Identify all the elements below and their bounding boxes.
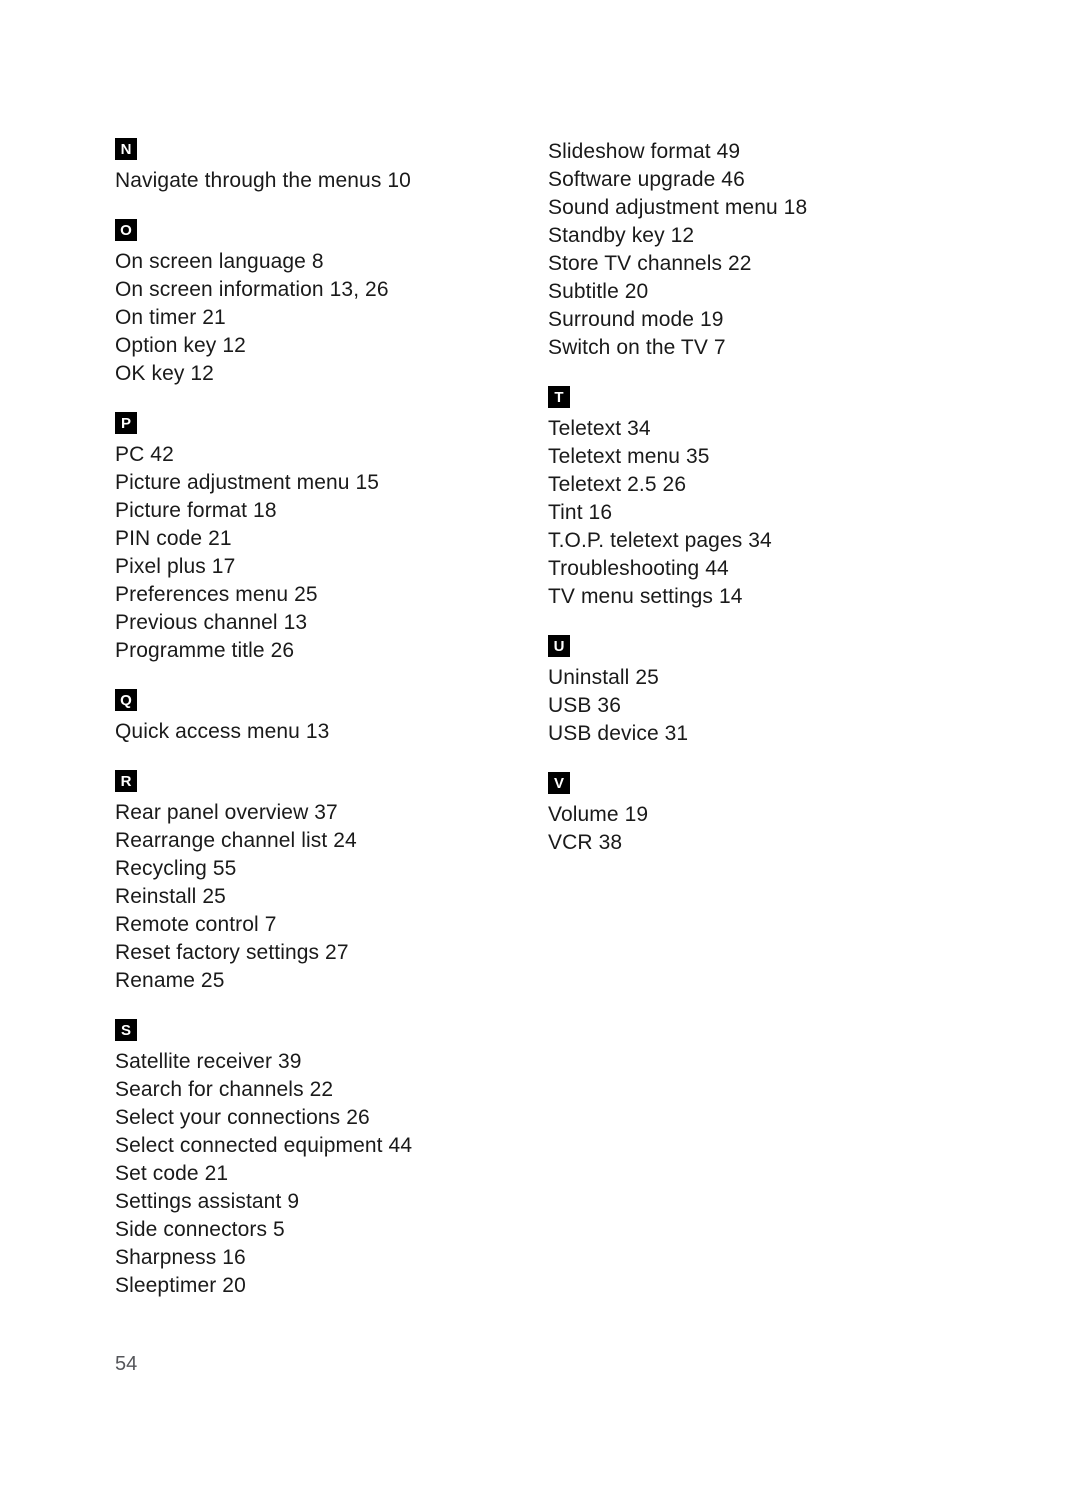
index-entry: Quick access menu 13: [115, 720, 330, 743]
index-entry: Sharpness 16: [115, 1246, 246, 1269]
index-entry: On screen information 13, 26: [115, 278, 389, 301]
index-entry: T.O.P. teletext pages 34: [548, 529, 772, 552]
index-entry-list: Teletext 34 Teletext menu 35 Teletext 2.5 …: [548, 415, 948, 611]
index-entry-list: Quick access menu 13: [115, 718, 515, 746]
index-entry: Teletext menu 35: [548, 445, 710, 468]
index-entry: Reset factory settings 27: [115, 941, 349, 964]
section-letter-badge: O: [115, 219, 137, 241]
index-entry: Subtitle 20: [548, 280, 649, 303]
index-entry: Teletext 2.5 26: [548, 473, 687, 496]
index-section-t: T Teletext 34 Teletext menu 35 Teletext 2.5…: [548, 386, 948, 611]
index-entry: Side connectors 5: [115, 1218, 285, 1241]
index-entry: Programme title 26: [115, 639, 295, 662]
index-entry: Preferences menu 25: [115, 583, 318, 606]
index-entry: Surround mode 19: [548, 308, 724, 331]
index-entry: Sleeptimer 20: [115, 1274, 246, 1297]
index-section-s: Slideshow format 49 Software upgrade 46 So…: [548, 138, 948, 362]
index-entry: Uninstall 25: [548, 666, 659, 689]
index-entry: Remote control 7: [115, 913, 277, 936]
index-entry: Slideshow format 49: [548, 140, 741, 163]
index-entry: VCR 38: [548, 831, 623, 854]
index-entry-list: Navigate through the menus 10: [115, 167, 515, 195]
index-entry: Search for channels 22: [115, 1078, 334, 1101]
index-entry: Set code 21: [115, 1162, 229, 1185]
index-section-v: V Volume 19 VCR 38: [548, 772, 948, 857]
index-entry: Tint 16: [548, 501, 613, 524]
index-entry-list: Slideshow format 49 Software upgrade 46 So…: [548, 138, 948, 362]
index-entry: Picture adjustment menu 15: [115, 471, 380, 494]
index-entry: Rearrange channel list 24: [115, 829, 357, 852]
index-entry: Recycling 55: [115, 857, 237, 880]
index-section-s: S Satellite receiver 39 Search for channel…: [115, 1019, 515, 1300]
index-entry: Troubleshooting 44: [548, 557, 729, 580]
index-entry: Previous channel 13: [115, 611, 308, 634]
index-entry: Rename 25: [115, 969, 225, 992]
index-entry: Volume 19: [548, 803, 649, 826]
section-letter-badge: U: [548, 635, 570, 657]
section-letter-badge: N: [115, 138, 137, 160]
index-section-n: N Navigate through the menus 10: [115, 138, 515, 195]
index-entry: Standby key 12: [548, 224, 695, 247]
section-letter-badge: R: [115, 770, 137, 792]
index-entry: Rear panel overview 37: [115, 801, 338, 824]
index-column-right: Slideshow format 49 Software upgrade 46 So…: [548, 138, 948, 857]
section-letter-badge: T: [548, 386, 570, 408]
index-section-o: O On screen language 8 On screen informati…: [115, 219, 515, 388]
index-entry: TV menu settings 14: [548, 585, 743, 608]
index-entry: Settings assistant 9: [115, 1190, 300, 1213]
index-entry: Switch on the TV 7: [548, 336, 726, 359]
index-entry: Select connected equipment 44: [115, 1134, 413, 1157]
index-entry: Satellite receiver 39: [115, 1050, 302, 1073]
index-column-left: N Navigate through the menus 10 O On screen…: [115, 138, 515, 1300]
index-entry-list: On screen language 8 On screen informatio…: [115, 248, 515, 388]
index-section-p: P PC 42 Picture adjustment menu 15 Picture …: [115, 412, 515, 665]
index-page: N Navigate through the menus 10 O On screen…: [0, 0, 1080, 1486]
index-section-u: U Uninstall 25 USB 36 USB device 31: [548, 635, 948, 748]
index-entry: Reinstall 25: [115, 885, 226, 908]
index-entry-list: PC 42 Picture adjustment menu 15 Picture f…: [115, 441, 515, 665]
index-entry: PIN code 21: [115, 527, 232, 550]
index-section-r: R Rear panel overview 37 Rearrange channel…: [115, 770, 515, 995]
index-entry: Option key 12: [115, 334, 246, 357]
index-entry: OK key 12: [115, 362, 214, 385]
index-entry-list: Satellite receiver 39 Search for channels…: [115, 1048, 515, 1300]
section-letter-badge: V: [548, 772, 570, 794]
index-entry: PC 42: [115, 443, 174, 466]
index-entry: USB 36: [548, 694, 621, 717]
index-entry: Teletext 34: [548, 417, 651, 440]
index-entry-list: Uninstall 25 USB 36 USB device 31: [548, 664, 948, 748]
page-number: 54: [115, 1353, 138, 1375]
section-letter-badge: Q: [115, 689, 137, 711]
index-entry: Sound adjustment menu 18: [548, 196, 808, 219]
section-letter-badge: S: [115, 1019, 137, 1041]
index-entry: USB device 31: [548, 722, 689, 745]
index-entry-list: Volume 19 VCR 38: [548, 801, 948, 857]
index-entry: On screen language 8: [115, 250, 324, 273]
index-entry: Store TV channels 22: [548, 252, 752, 275]
index-entry: Navigate through the menus 10: [115, 169, 411, 192]
section-letter-badge: P: [115, 412, 137, 434]
index-entry: On timer 21: [115, 306, 226, 329]
index-entry-list: Rear panel overview 37 Rearrange channel …: [115, 799, 515, 995]
index-entry: Pixel plus 17: [115, 555, 236, 578]
index-section-q: Q Quick access menu 13: [115, 689, 515, 746]
index-entry: Select your connections 26: [115, 1106, 370, 1129]
index-entry: Software upgrade 46: [548, 168, 745, 191]
index-columns: N Navigate through the menus 10 O On screen…: [115, 138, 975, 1300]
index-entry: Picture format 18: [115, 499, 277, 522]
